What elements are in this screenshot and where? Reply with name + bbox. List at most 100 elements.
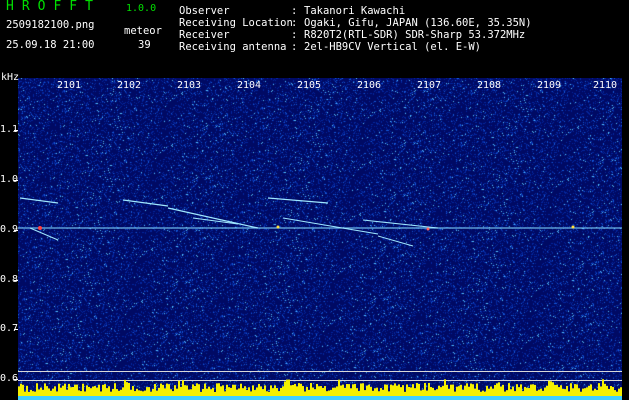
histogram-base (266, 396, 268, 400)
histogram-base (576, 396, 578, 400)
info-sep: : (291, 17, 298, 29)
histogram-base (366, 396, 368, 400)
app-version: 1.0.0 (126, 3, 157, 14)
info-sep: : (291, 29, 298, 41)
histogram-base (546, 396, 548, 400)
info-value-antenna: 2el-HB9CV Vertical (el. E-W) (304, 41, 482, 53)
histogram-base (188, 396, 190, 400)
histogram-base (552, 396, 554, 400)
histogram-base (198, 396, 200, 400)
histogram-base (90, 396, 92, 400)
histogram-base (216, 396, 218, 400)
histogram-base (468, 396, 470, 400)
histogram-base (78, 396, 80, 400)
histogram-base (48, 396, 50, 400)
histogram-base (262, 396, 264, 400)
histogram-base (140, 396, 142, 400)
x-tick-label: 2110 (593, 80, 618, 91)
histogram-base (436, 396, 438, 400)
histogram-base (392, 396, 394, 400)
info-sep: : (291, 5, 298, 17)
x-tick-label: 2101 (57, 80, 82, 91)
histogram-base (534, 396, 536, 400)
histogram-base (368, 396, 370, 400)
histogram-base (584, 396, 586, 400)
histogram-base (310, 396, 312, 400)
histogram-base (426, 396, 428, 400)
histogram-base (252, 396, 254, 400)
histogram-base (548, 396, 550, 400)
histogram-base (588, 396, 590, 400)
histogram-base (66, 396, 68, 400)
histogram-base (432, 396, 434, 400)
y-axis-unit: kHz (1, 72, 20, 83)
histogram-base (452, 396, 454, 400)
histogram-base (278, 396, 280, 400)
histogram-base (558, 396, 560, 400)
histogram-base (302, 396, 304, 400)
histogram-base (524, 396, 526, 400)
histogram-base (34, 396, 36, 400)
histogram-base (532, 396, 534, 400)
histogram-base (286, 396, 288, 400)
histogram-base (232, 396, 234, 400)
histogram-base (18, 396, 20, 400)
histogram-base (242, 396, 244, 400)
histogram-base (382, 396, 384, 400)
histogram-base (44, 396, 46, 400)
histogram-base (150, 396, 152, 400)
histogram-base (560, 396, 562, 400)
histogram-base (490, 396, 492, 400)
histogram-base (342, 396, 344, 400)
histogram-base (172, 396, 174, 400)
histogram-base (98, 396, 100, 400)
histogram-base (580, 396, 582, 400)
histogram-base (500, 396, 502, 400)
histogram-base (526, 396, 528, 400)
histogram-base (396, 396, 398, 400)
histogram-base (158, 396, 160, 400)
histogram-base (260, 396, 262, 400)
echo-hotspot (38, 226, 42, 230)
histogram-base (538, 396, 540, 400)
histogram-base (598, 396, 600, 400)
histogram-base (204, 396, 206, 400)
histogram-base (612, 396, 614, 400)
histogram-base (96, 396, 98, 400)
histogram-base (600, 396, 602, 400)
histogram-base (292, 396, 294, 400)
histogram-base (120, 396, 122, 400)
histogram-base (296, 396, 298, 400)
info-key-observer: Observer (179, 5, 230, 17)
histogram-base (420, 396, 422, 400)
histogram-base (42, 396, 44, 400)
histogram-base (182, 396, 184, 400)
histogram-base (364, 396, 366, 400)
histogram-base (540, 396, 542, 400)
histogram-base (536, 396, 538, 400)
histogram-base (318, 396, 320, 400)
histogram-base (586, 396, 588, 400)
histogram-base (572, 396, 574, 400)
histogram-base (358, 396, 360, 400)
histogram-base (180, 396, 182, 400)
histogram-base (102, 396, 104, 400)
histogram-base (374, 396, 376, 400)
histogram-base (390, 396, 392, 400)
histogram-base (258, 396, 260, 400)
histogram-base (226, 396, 228, 400)
meteor-count: 39 (138, 39, 151, 51)
histogram-base (494, 396, 496, 400)
histogram-base (618, 396, 620, 400)
histogram-base (602, 396, 604, 400)
histogram-base (32, 396, 34, 400)
histogram-base (408, 396, 410, 400)
info-sep: : (291, 41, 298, 53)
histogram-base (466, 396, 468, 400)
histogram-base (284, 396, 286, 400)
histogram-base (238, 396, 240, 400)
histogram-base (290, 396, 292, 400)
histogram-base (498, 396, 500, 400)
x-tick-label: 2109 (537, 80, 562, 91)
histogram-base (478, 396, 480, 400)
